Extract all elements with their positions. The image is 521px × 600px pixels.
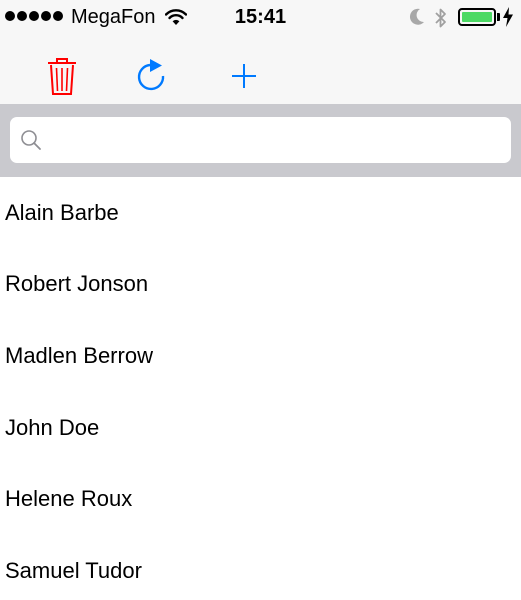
search-icon (20, 129, 42, 156)
list-item-madlen-berrow[interactable]: Madlen Berrow (0, 320, 521, 392)
list-item-helene-roux[interactable]: Helene Roux (0, 463, 521, 535)
trash-icon (46, 56, 78, 101)
list-item-robert-jonson[interactable]: Robert Jonson (0, 249, 521, 321)
battery-cap (497, 13, 500, 21)
charging-bolt-icon (503, 7, 513, 32)
search-field[interactable] (10, 117, 511, 163)
list-item-john-doe[interactable]: John Doe (0, 392, 521, 464)
plus-icon (230, 62, 258, 95)
refresh-icon (133, 58, 169, 99)
add-button[interactable] (226, 56, 262, 100)
search-bar (0, 104, 521, 177)
contact-list: Alain Barbe Robert Jonson Madlen Berrow … (0, 177, 521, 600)
list-item-alain-barbe[interactable]: Alain Barbe (0, 177, 521, 249)
battery-icon (458, 8, 496, 26)
moon-icon (409, 8, 425, 31)
status-bar: MegaFon 15:41 (0, 0, 521, 34)
bluetooth-icon (434, 7, 448, 34)
list-item-samuel-tudor[interactable]: Samuel Tudor (0, 535, 521, 600)
search-input[interactable] (10, 117, 511, 163)
toolbar (0, 34, 521, 104)
refresh-button[interactable] (130, 56, 172, 100)
delete-button[interactable] (42, 56, 82, 100)
